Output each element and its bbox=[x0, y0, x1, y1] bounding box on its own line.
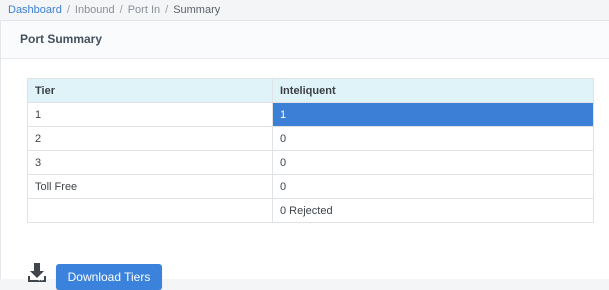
breadcrumb-dashboard[interactable]: Dashboard bbox=[8, 4, 62, 16]
tier-cell: 2 bbox=[27, 126, 273, 151]
column-header-tier: Tier bbox=[27, 78, 273, 103]
tier-cell bbox=[27, 198, 273, 223]
breadcrumb-separator: / bbox=[165, 4, 169, 16]
table-row: 2 0 bbox=[27, 126, 594, 151]
breadcrumb-separator: / bbox=[66, 4, 70, 16]
tier-cell: Toll Free bbox=[27, 174, 273, 199]
table-header-row: Tier Inteliquent bbox=[27, 78, 594, 103]
column-header-inteliquent: Inteliquent bbox=[272, 78, 594, 103]
rejected-count-cell[interactable]: 0 Rejected bbox=[272, 198, 594, 223]
tier-cell: 3 bbox=[27, 150, 273, 175]
download-icon[interactable] bbox=[27, 262, 47, 284]
inteliquent-cell[interactable]: 0 bbox=[272, 174, 594, 199]
breadcrumb-inbound: Inbound bbox=[74, 4, 115, 16]
breadcrumb: Dashboard / Inbound / Port In / Summary bbox=[8, 2, 220, 18]
card-title: Port Summary bbox=[20, 32, 103, 46]
table-row: 0 Rejected bbox=[27, 198, 594, 223]
table-row: Toll Free 0 bbox=[27, 174, 594, 199]
tiers-table: Tier Inteliquent 1 1 2 0 3 0 Toll Free 0 bbox=[27, 78, 594, 223]
card-header: Port Summary bbox=[1, 21, 609, 59]
download-tiers-button[interactable]: Download Tiers bbox=[56, 264, 162, 290]
port-summary-card: Port Summary Tier Inteliquent 1 1 2 0 3 … bbox=[0, 20, 609, 290]
table-row: 1 1 bbox=[27, 102, 594, 127]
inteliquent-cell[interactable]: 0 bbox=[272, 150, 594, 175]
table-row: 3 0 bbox=[27, 150, 594, 175]
breadcrumb-summary: Summary bbox=[173, 4, 221, 16]
breadcrumb-port-in: Port In bbox=[127, 4, 161, 16]
tier-cell: 1 bbox=[27, 102, 273, 127]
breadcrumb-separator: / bbox=[119, 4, 123, 16]
inteliquent-cell[interactable]: 1 bbox=[272, 102, 594, 127]
inteliquent-cell[interactable]: 0 bbox=[272, 126, 594, 151]
